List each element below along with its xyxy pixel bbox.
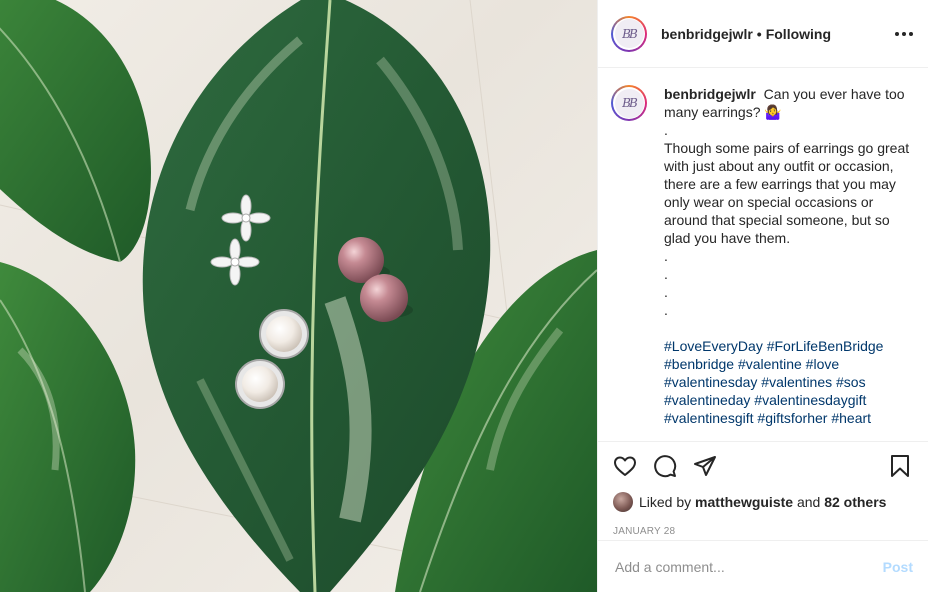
profile-avatar[interactable]: BB <box>611 15 647 52</box>
caption-line: . <box>664 122 668 138</box>
header-username[interactable]: benbridgejwlr <box>661 26 753 42</box>
heart-icon[interactable] <box>613 454 637 478</box>
liker-username[interactable]: matthewguiste <box>695 494 793 510</box>
caption-text: benbridgejwlr Can you ever have too many… <box>664 85 918 441</box>
separator-dot: • <box>756 25 762 42</box>
avatar-ring: BB <box>613 17 645 50</box>
caption-body: Can you ever have too many earrings? 🤷‍♀… <box>664 86 909 318</box>
earrings-on-leaves-image <box>0 0 597 592</box>
instagram-post: BB benbridgejwlr•Following BB benbridg <box>0 0 928 592</box>
follow-status-button[interactable]: Following <box>766 26 831 42</box>
share-icon[interactable] <box>693 454 717 478</box>
hashtag-link[interactable]: #benbridge <box>664 356 734 372</box>
caption-line: . <box>664 248 668 264</box>
hashtag-link[interactable]: #valentines <box>761 374 832 390</box>
comment-input[interactable] <box>613 557 883 576</box>
caption-line: . <box>664 284 668 300</box>
hashtag-link[interactable]: #valentinesday <box>664 374 757 390</box>
post-date[interactable]: JANUARY 28 <box>613 526 912 537</box>
likes-prefix: Liked by <box>639 494 692 510</box>
bookmark-icon[interactable] <box>888 454 912 478</box>
more-options-icon[interactable] <box>892 22 916 46</box>
post-comment-button[interactable]: Post <box>883 559 913 575</box>
hashtag-link[interactable]: #ForLifeBenBridge <box>767 338 884 354</box>
action-icons-row <box>613 452 912 480</box>
caption-line: . <box>664 266 668 282</box>
caption-line: . <box>664 302 668 318</box>
hashtag-link[interactable]: #valentinesdaygift <box>754 392 866 408</box>
post-header: BB benbridgejwlr • Following <box>598 0 928 68</box>
hashtag-link[interactable]: #love <box>806 356 839 372</box>
caption-line: Though some pairs of earrings go great w… <box>664 140 910 246</box>
post-side-panel: BB benbridgejwlr•Following BB benbridg <box>597 0 928 592</box>
hashtag-link[interactable]: #valentinesgift <box>664 410 754 426</box>
hashtag-link[interactable]: #giftsforher <box>757 410 827 426</box>
caption-area: BB benbridgejwlr Can you ever have too m… <box>598 68 928 441</box>
avatar-initials: BB <box>614 19 644 48</box>
caption-avatar[interactable]: BB <box>611 85 647 121</box>
hashtag-link[interactable]: #heart <box>831 410 871 426</box>
add-comment-bar: Post <box>598 540 928 592</box>
caption-username[interactable]: benbridgejwlr <box>664 86 756 102</box>
hashtag-link[interactable]: #valentine <box>738 356 802 372</box>
hashtag-list: #LoveEveryDay #ForLifeBenBridge #benbrid… <box>664 338 883 426</box>
action-bar: Liked by matthewguiste and 82 others JAN… <box>598 441 928 540</box>
avatar-initials: BB <box>614 88 644 118</box>
hashtag-link[interactable]: #valentineday <box>664 392 750 408</box>
post-photo[interactable] <box>0 0 597 592</box>
comment-icon[interactable] <box>653 454 677 478</box>
avatar-ring: BB <box>613 87 645 119</box>
likes-joiner: and <box>796 494 821 510</box>
likes-others-link[interactable]: 82 others <box>824 494 886 510</box>
hashtag-link[interactable]: #LoveEveryDay <box>664 338 763 354</box>
hashtag-link[interactable]: #sos <box>836 374 866 390</box>
liker-avatar[interactable] <box>613 492 633 512</box>
header-text: benbridgejwlr • Following <box>661 26 892 42</box>
likes-row: Liked by matthewguiste and 82 others <box>613 492 912 512</box>
